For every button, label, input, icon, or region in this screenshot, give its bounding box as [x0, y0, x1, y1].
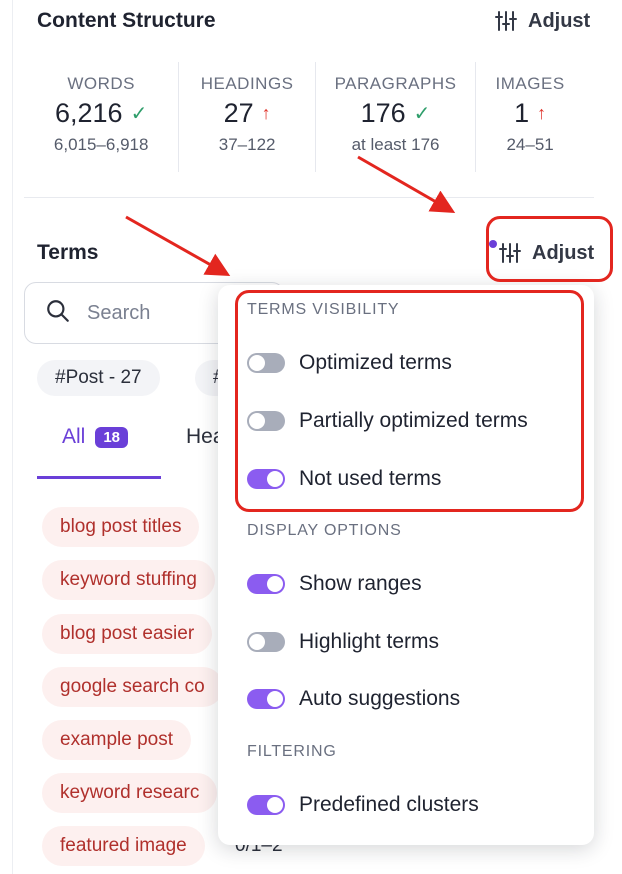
- annotation-arrows: [125, 155, 456, 276]
- arrow-to-menu: [125, 215, 231, 276]
- arrow-to-adjust: [357, 155, 456, 213]
